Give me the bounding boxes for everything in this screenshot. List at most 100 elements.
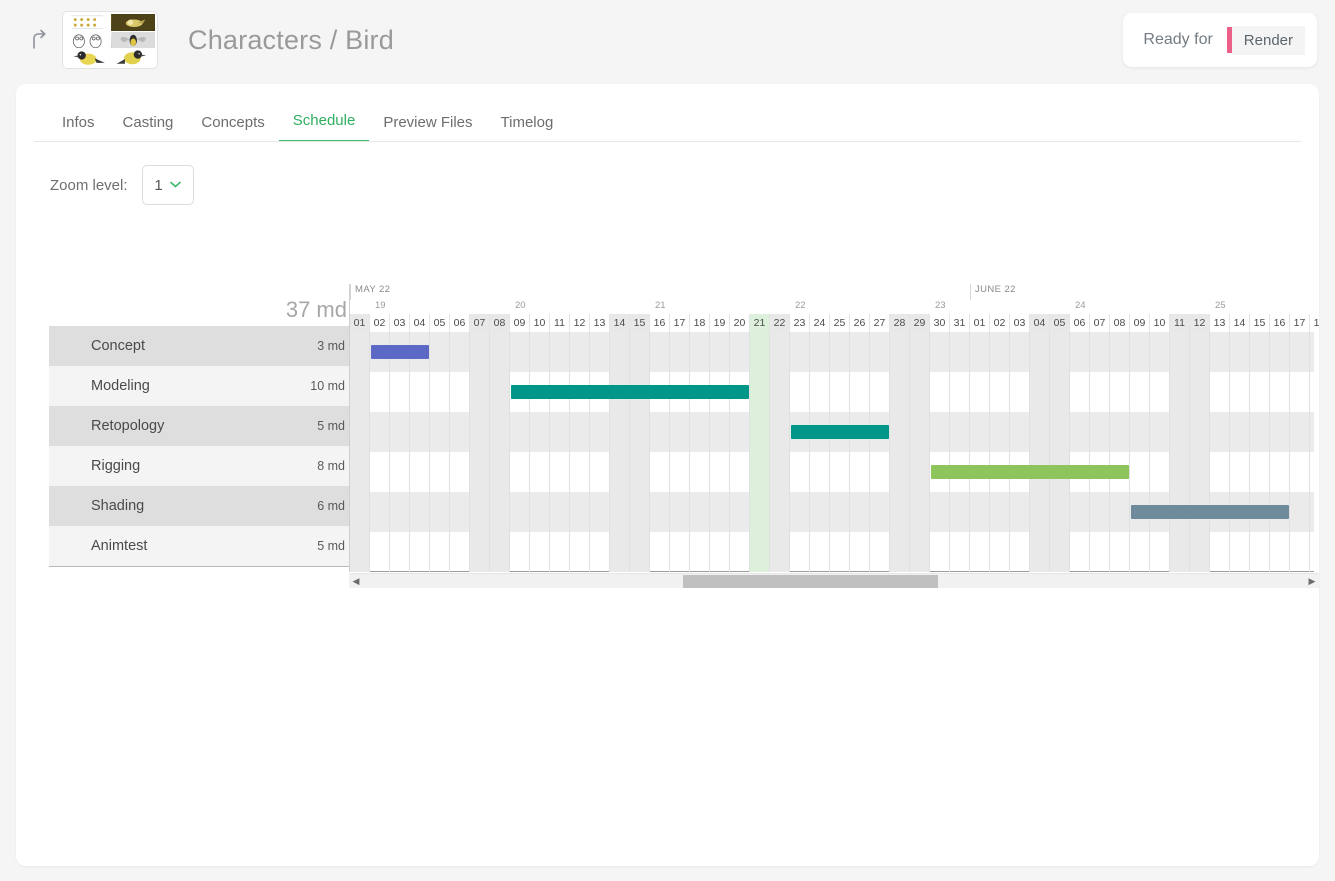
scrollbar-track[interactable] [363,574,1305,589]
gantt-day-column [1130,332,1150,572]
tab-concepts[interactable]: Concepts [187,114,278,142]
gantt-day-column [1030,332,1050,572]
task-name: Modeling [91,377,150,394]
gantt-day-column [690,332,710,572]
tab-preview-files[interactable]: Preview Files [369,114,486,142]
day-label: 07 [470,314,490,332]
thumbnail-tile [65,49,110,66]
scroll-left-arrow-icon[interactable]: ◀ [349,576,363,587]
scroll-right-arrow-icon[interactable]: ▶ [1305,576,1319,587]
entity-thumbnail[interactable] [62,11,158,69]
gantt-day-column [490,332,510,572]
gantt-day-column [1090,332,1110,572]
tab-casting[interactable]: Casting [109,114,188,142]
day-label: 18 [690,314,710,332]
tab-bar: Infos Casting Concepts Schedule Preview … [16,84,1319,142]
gantt-day-column [470,332,490,572]
day-label: 09 [1130,314,1150,332]
day-label: 04 [410,314,430,332]
table-row[interactable]: Shading 6 md [49,486,349,526]
task-name: Concept [91,337,146,354]
day-label: 29 [910,314,930,332]
gantt-day-column [750,332,770,572]
zoom-level-control: Zoom level: 1 [16,143,1319,205]
day-label: 15 [1250,314,1270,332]
gantt-day-column [550,332,570,572]
gantt-day-column [1250,332,1270,572]
gantt-bar[interactable] [511,385,749,399]
day-label: 10 [530,314,550,332]
gantt-day-column [630,332,650,572]
zoom-level-label: Zoom level: [50,176,128,194]
day-label: 08 [1110,314,1130,332]
scrollbar-thumb[interactable] [683,574,938,588]
gantt-day-column [990,332,1010,572]
timeline-scrollbar[interactable]: ◀ ▶ [349,573,1319,588]
day-label: 01 [350,314,370,332]
table-row[interactable]: Concept 3 md [49,326,349,366]
day-label: 12 [1190,314,1210,332]
table-row[interactable]: Retopology 5 md [49,406,349,446]
gantt-day-column [1310,332,1319,572]
zoom-level-value: 1 [154,176,163,194]
thumbnail-tile [110,14,155,31]
gantt-day-column [1170,332,1190,572]
tab-bar-divider [34,141,1301,142]
gantt-day-column [1070,332,1090,572]
gantt-bar[interactable] [931,465,1129,479]
gantt-bar[interactable] [371,345,429,359]
day-label: 14 [1230,314,1250,332]
day-label: 21 [750,314,770,332]
day-label: 28 [890,314,910,332]
tab-schedule[interactable]: Schedule [278,112,370,142]
day-label: 16 [1270,314,1290,332]
gantt-bar[interactable] [1131,505,1289,519]
timeline-month-header: MAY 22 JUNE 22 [350,284,1314,300]
tab-infos[interactable]: Infos [48,114,109,142]
day-label: 01 [970,314,990,332]
gantt-day-column [1290,332,1310,572]
gantt-day-column [430,332,450,572]
gantt-day-column [830,332,850,572]
status-value[interactable]: Render [1231,25,1305,55]
task-list-divider [49,566,349,567]
week-label: 22 [795,300,806,311]
task-name: Rigging [91,457,141,474]
task-duration: 6 md [317,498,345,513]
content-card: Infos Casting Concepts Schedule Preview … [16,84,1319,866]
gantt-day-column [790,332,810,572]
table-row[interactable]: Rigging 8 md [49,446,349,486]
table-row[interactable]: Animtest 5 md [49,526,349,566]
gantt-day-column [1270,332,1290,572]
total-duration: 37 md [285,297,347,322]
task-name: Retopology [91,417,165,434]
gantt-day-column [410,332,430,572]
timeline-week-header: 19 20 21 22 23 24 25 [350,300,1314,314]
back-arrow-icon[interactable] [22,23,56,57]
day-label: 18 [1310,314,1319,332]
table-row[interactable]: Modeling 10 md [49,366,349,406]
gantt-day-column [850,332,870,572]
status-badge[interactable]: Ready for Render [1123,13,1317,67]
gantt-day-column [910,332,930,572]
timeline-day-header: 01 02 03 04 05 06 07 08 09 10 11 12 13 14 15 16 17 18 19 20… [350,314,1319,332]
day-label: 10 [1150,314,1170,332]
week-label: 23 [935,300,946,311]
gantt-day-column [570,332,590,572]
gantt-day-column [970,332,990,572]
task-duration: 5 md [317,538,345,553]
gantt-task-list: 37 md Concept 3 md Modeling 10 md Retopology… [49,284,349,588]
thumbnail-tile [65,14,110,31]
tab-timelog[interactable]: Timelog [487,114,568,142]
gantt-day-column [810,332,830,572]
day-label: 11 [550,314,570,332]
zoom-level-select[interactable]: 1 [141,165,194,205]
gantt-day-column [650,332,670,572]
gantt-day-column [530,332,550,572]
day-label: 22 [770,314,790,332]
gantt-day-column [1050,332,1070,572]
gantt-bar[interactable] [791,425,889,439]
gantt-day-column [890,332,910,572]
day-label: 11 [1170,314,1190,332]
week-label: 19 [375,300,386,311]
